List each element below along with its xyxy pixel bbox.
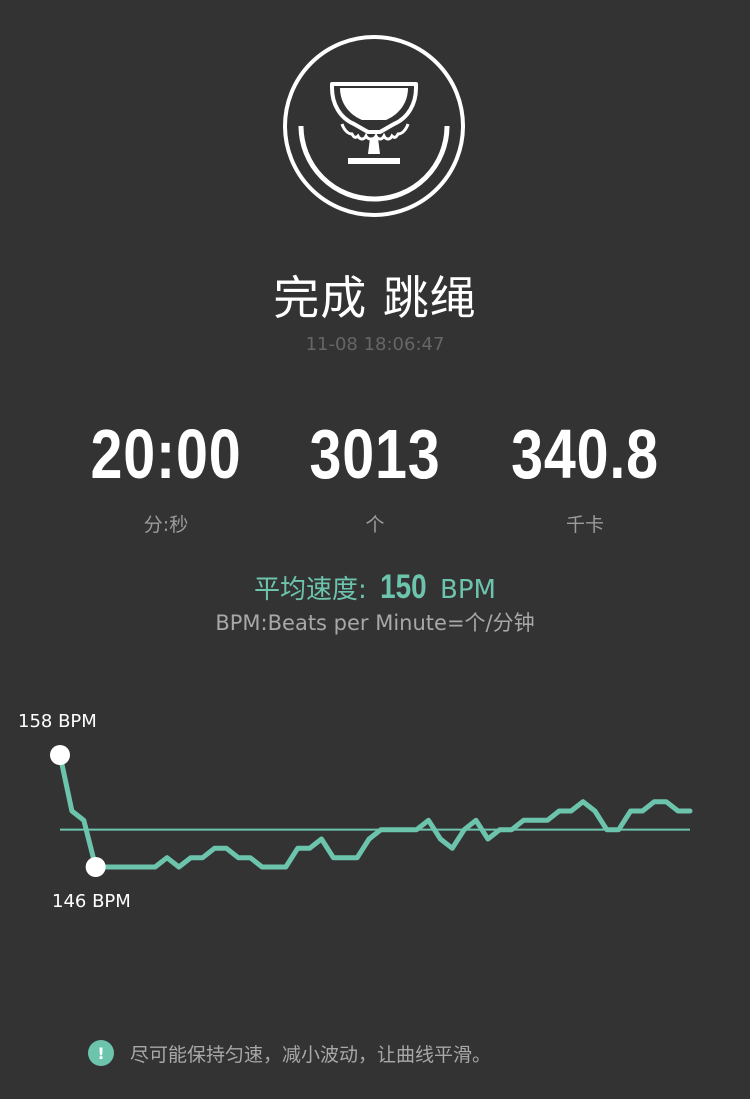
bpm-chart: 158 BPM 146 BPM xyxy=(18,711,693,912)
min-label: 146 BPM xyxy=(52,891,131,912)
tip-bar: ! 尽可能保持匀速，减小波动，让曲线平滑。 xyxy=(88,1038,491,1068)
average-speed-label: 平均速度: xyxy=(254,575,367,605)
trophy-badge xyxy=(283,35,465,217)
duration-unit: 分:秒 xyxy=(143,514,189,536)
bpm-definition: BPM:Beats per Minute=个/分钟 xyxy=(215,611,535,635)
average-speed-value: 150 xyxy=(380,568,427,606)
page-title: 完成 跳绳 xyxy=(273,271,477,325)
bpm-series-line xyxy=(57,752,693,870)
info-icon: ! xyxy=(88,1040,114,1066)
calories-stat: 340.8 千卡 xyxy=(465,412,705,537)
duration-value: 20:00 xyxy=(90,415,242,493)
calories-value: 340.8 xyxy=(511,415,659,493)
average-speed-unit: BPM xyxy=(440,575,496,605)
calories-unit: 千卡 xyxy=(565,514,604,536)
tip-text: 尽可能保持匀速，减小波动，让曲线平滑。 xyxy=(130,1043,492,1066)
min-point xyxy=(85,857,106,877)
trophy-icon xyxy=(330,82,418,164)
max-point xyxy=(50,745,70,765)
max-label: 158 BPM xyxy=(18,711,97,732)
count-value: 3013 xyxy=(309,415,441,493)
count-stat: 3013 个 xyxy=(255,412,495,537)
duration-stat: 20:00 分:秒 xyxy=(46,412,286,537)
count-unit: 个 xyxy=(365,514,385,536)
workout-timestamp: 11-08 18:06:47 xyxy=(305,334,445,355)
average-speed: 平均速度: 150 BPM xyxy=(0,568,750,607)
